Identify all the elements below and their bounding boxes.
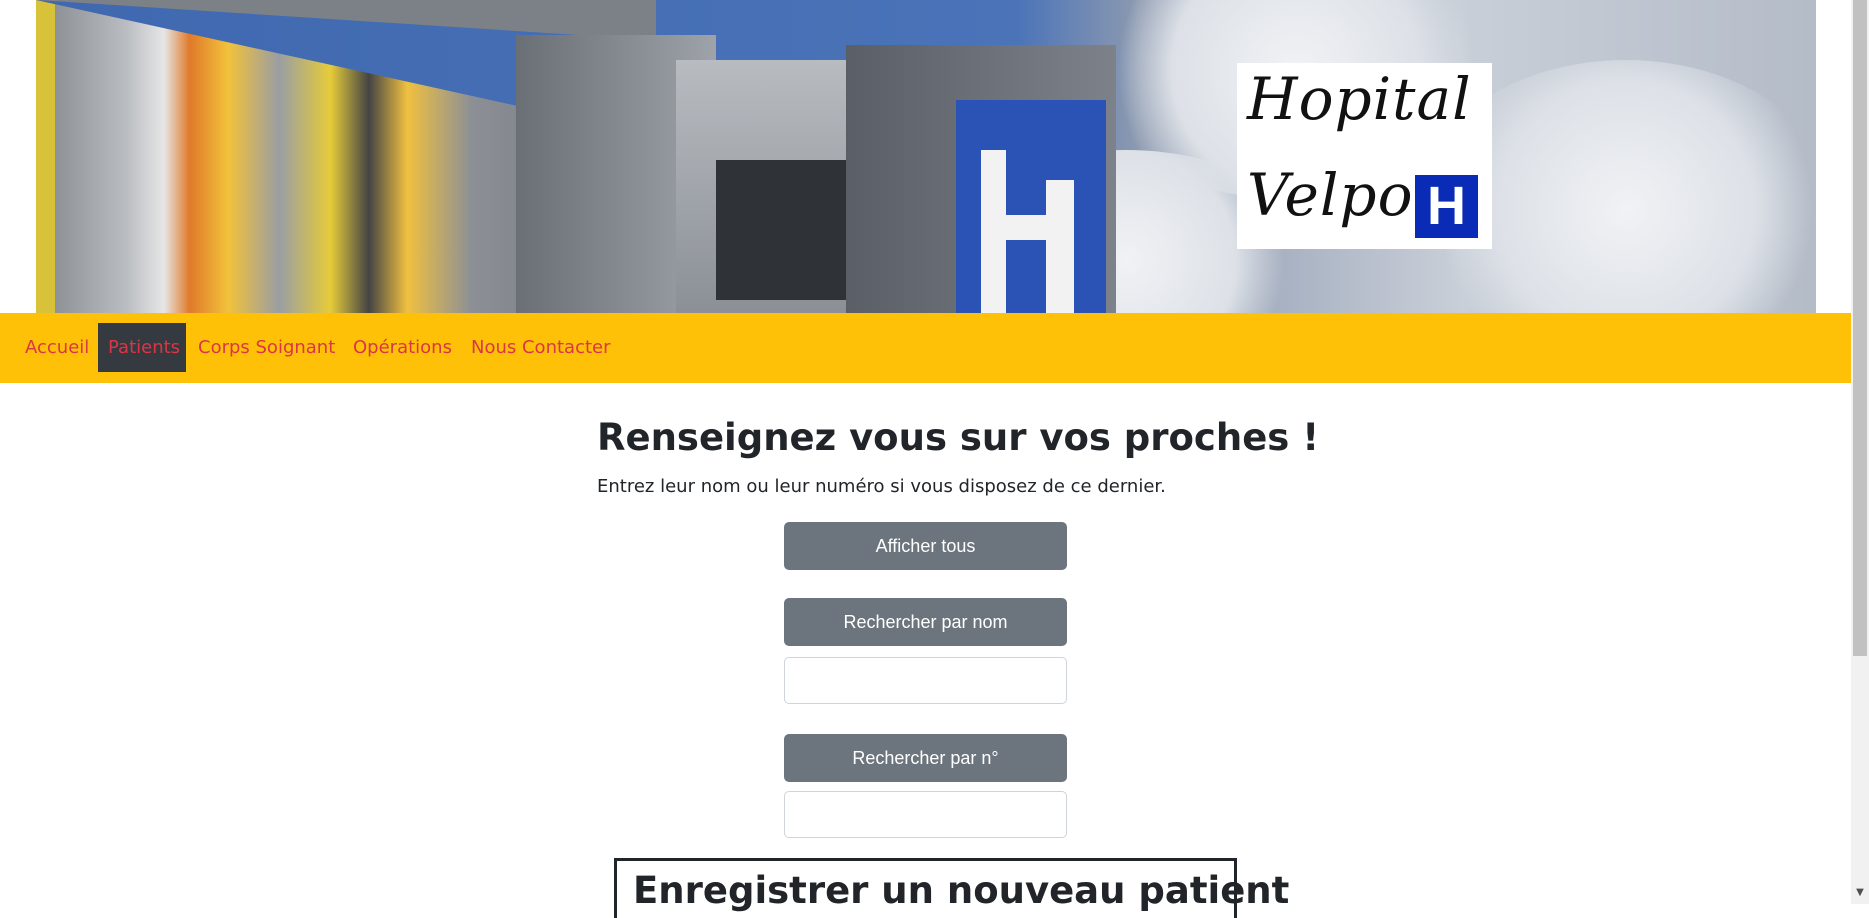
- logo-text: Hopital: [1247, 65, 1472, 133]
- search-by-number-button[interactable]: Rechercher par n°: [784, 734, 1067, 782]
- page-subtitle: Entrez leur nom ou leur numéro si vous d…: [597, 476, 1166, 497]
- nav-nous-contacter[interactable]: Nous Contacter: [461, 323, 621, 372]
- logo-text: Velpo: [1247, 161, 1414, 229]
- search-number-input[interactable]: [784, 791, 1067, 838]
- search-name-input[interactable]: [784, 657, 1067, 704]
- register-title: Enregistrer un nouveau patient: [633, 869, 1290, 912]
- scrollbar-thumb[interactable]: [1853, 0, 1867, 656]
- hospital-h-icon: H: [1415, 175, 1478, 238]
- nav-operations[interactable]: Opérations: [343, 323, 462, 372]
- show-all-button[interactable]: Afficher tous: [784, 522, 1067, 570]
- search-by-name-button[interactable]: Rechercher par nom: [784, 598, 1067, 646]
- nav-corps-soignant[interactable]: Corps Soignant: [188, 323, 345, 372]
- hero-banner-image: [36, 0, 1816, 313]
- scrollbar[interactable]: ▼: [1851, 0, 1869, 904]
- navbar: Accueil Patients Corps Soignant Opératio…: [0, 313, 1851, 383]
- page-title: Renseignez vous sur vos proches !: [597, 416, 1320, 459]
- scroll-down-arrow-icon[interactable]: ▼: [1851, 887, 1869, 904]
- nav-patients[interactable]: Patients: [98, 323, 186, 372]
- hospital-logo: Hopital Velpo H: [1237, 63, 1492, 249]
- nav-accueil[interactable]: Accueil: [15, 323, 99, 372]
- register-patient-section: Enregistrer un nouveau patient: [614, 858, 1289, 918]
